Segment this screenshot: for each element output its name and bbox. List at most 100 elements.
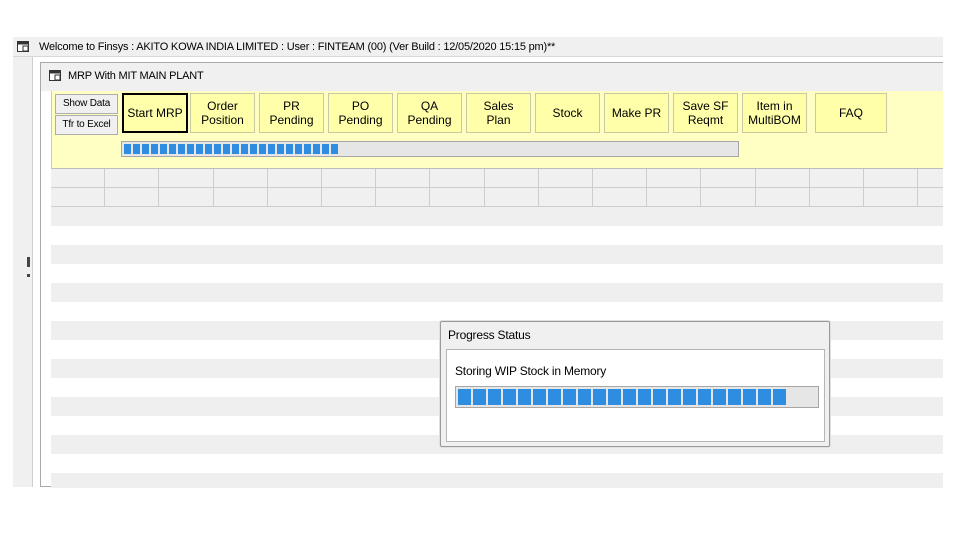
mdi-left-border	[13, 57, 33, 487]
faq-button[interactable]: FAQ	[815, 93, 887, 133]
progress-segment	[578, 389, 591, 405]
progress-segment	[331, 144, 338, 154]
progress-segment	[286, 144, 293, 154]
grid-header-cell[interactable]	[51, 169, 106, 188]
main-window-title: Welcome to Finsys : AKITO KOWA INDIA LIM…	[39, 41, 556, 53]
progress-segment	[322, 144, 329, 154]
progress-segment	[623, 389, 636, 405]
grid-header-cell[interactable]	[159, 188, 214, 207]
progress-segment	[653, 389, 666, 405]
grid-header-cell[interactable]	[322, 169, 377, 188]
progress-segment	[773, 389, 786, 405]
dialog-progress-fill	[458, 389, 787, 405]
grid-header-cell[interactable]	[701, 169, 756, 188]
stock-button[interactable]: Stock	[535, 93, 600, 133]
grid-header-cell[interactable]	[864, 169, 919, 188]
progress-segment	[295, 144, 302, 154]
progress-segment	[743, 389, 756, 405]
order-position-button[interactable]: Order Position	[190, 93, 255, 133]
progress-segment	[758, 389, 771, 405]
grid-header-cell[interactable]	[918, 188, 943, 207]
qa-pending-button[interactable]: QA Pending	[397, 93, 462, 133]
grid-header-cell[interactable]	[213, 188, 268, 207]
progress-segment	[124, 144, 131, 154]
grid-header-cell[interactable]	[484, 188, 539, 207]
grid-header-cell[interactable]	[864, 188, 919, 207]
progress-segment	[259, 144, 266, 154]
grid-header-cell[interactable]	[755, 169, 810, 188]
item-in-multibom-button[interactable]: Item in MultiBOM	[742, 93, 807, 133]
grid-header-cell[interactable]	[213, 169, 268, 188]
grid-header-cell[interactable]	[538, 188, 593, 207]
progress-segment	[503, 389, 516, 405]
grid-header-cell[interactable]	[593, 169, 648, 188]
grid-header-cell[interactable]	[159, 169, 214, 188]
progress-segment	[160, 144, 167, 154]
grid-header-cell[interactable]	[647, 188, 702, 207]
progress-segment	[223, 144, 230, 154]
progress-segment	[728, 389, 741, 405]
grid-header-cell[interactable]	[809, 169, 864, 188]
progress-segment	[518, 389, 531, 405]
window-icon	[49, 70, 61, 81]
dialog-title: Progress Status	[448, 328, 531, 342]
table-row[interactable]	[51, 473, 943, 488]
mrp-progress-fill	[124, 144, 338, 154]
grid-header-cell[interactable]	[430, 169, 485, 188]
grid-header-cell[interactable]	[484, 169, 539, 188]
grid-header-cell[interactable]	[376, 188, 431, 207]
progress-status-dialog: Progress Status Storing WIP Stock in Mem…	[440, 321, 830, 447]
progress-segment	[151, 144, 158, 154]
grid-header-cell[interactable]	[267, 169, 322, 188]
grid-header-cell[interactable]	[267, 188, 322, 207]
window-icon	[17, 41, 29, 52]
progress-segment	[268, 144, 275, 154]
progress-segment	[313, 144, 320, 154]
sales-plan-button[interactable]: Sales Plan	[466, 93, 531, 133]
po-pending-button[interactable]: PO Pending	[328, 93, 393, 133]
progress-segment	[593, 389, 606, 405]
grid-header-cell[interactable]	[755, 188, 810, 207]
grid-header-cell[interactable]	[105, 169, 160, 188]
progress-segment	[133, 144, 140, 154]
table-row[interactable]	[51, 245, 943, 264]
grid-header-cell[interactable]	[809, 188, 864, 207]
progress-segment	[713, 389, 726, 405]
progress-segment	[638, 389, 651, 405]
table-row[interactable]	[51, 264, 943, 283]
progress-segment	[458, 389, 471, 405]
child-window-title: MRP With MIT MAIN PLANT	[68, 70, 204, 82]
main-title-bar: Welcome to Finsys : AKITO KOWA INDIA LIM…	[13, 37, 943, 57]
dialog-body: Storing WIP Stock in Memory	[446, 349, 825, 442]
progress-segment	[205, 144, 212, 154]
progress-segment	[214, 144, 221, 154]
save-sf-reqmt-button[interactable]: Save SF Reqmt	[673, 93, 738, 133]
pr-pending-button[interactable]: PR Pending	[259, 93, 324, 133]
grid-header-cell[interactable]	[51, 188, 106, 207]
transfer-to-excel-button[interactable]: Tfr to Excel	[55, 115, 118, 135]
grid-header-cell[interactable]	[538, 169, 593, 188]
border-mark	[27, 274, 30, 277]
show-data-button[interactable]: Show Data	[55, 94, 118, 114]
progress-segment	[668, 389, 681, 405]
progress-segment	[277, 144, 284, 154]
make-pr-button[interactable]: Make PR	[604, 93, 669, 133]
start-mrp-button[interactable]: Start MRP	[122, 93, 188, 133]
table-row[interactable]	[51, 207, 943, 226]
grid-header-cell[interactable]	[593, 188, 648, 207]
grid-header-cell[interactable]	[322, 188, 377, 207]
table-row[interactable]	[51, 302, 943, 321]
grid-header-cell[interactable]	[376, 169, 431, 188]
progress-segment	[250, 144, 257, 154]
table-row[interactable]	[51, 283, 943, 302]
grid-header-cell[interactable]	[105, 188, 160, 207]
table-row[interactable]	[51, 454, 943, 473]
progress-segment	[683, 389, 696, 405]
grid-header-cell[interactable]	[430, 188, 485, 207]
grid-header-cell[interactable]	[701, 188, 756, 207]
grid-header-cell[interactable]	[918, 169, 943, 188]
table-row[interactable]	[51, 226, 943, 245]
grid-header-cell[interactable]	[647, 169, 702, 188]
progress-segment	[473, 389, 486, 405]
progress-segment	[169, 144, 176, 154]
